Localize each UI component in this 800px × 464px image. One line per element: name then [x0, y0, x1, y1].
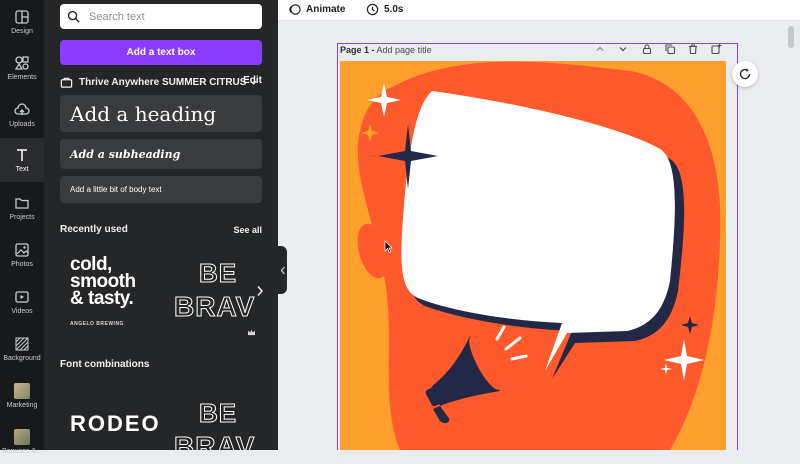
duration-button[interactable]: 5.0s — [366, 3, 403, 16]
canvas-scrollbar[interactable] — [788, 26, 794, 48]
collapse-panel-tab[interactable] — [278, 246, 287, 294]
rail-item-bonuses[interactable]: Bonuses &... — [0, 420, 44, 464]
template-line: BE — [199, 258, 237, 288]
rail-label: Uploads — [9, 121, 35, 128]
rail-item-uploads[interactable]: Uploads — [0, 93, 44, 137]
text-icon — [17, 149, 27, 161]
left-rail: Design Elements Uploads Text Projects Ph… — [0, 0, 44, 455]
video-icon — [15, 291, 29, 303]
marketing-app-thumbnail — [14, 383, 30, 399]
brand-kit-name: Thrive Anywhere SUMMER CITRUS — [79, 76, 247, 88]
subheading-label: Add a subheading — [70, 147, 181, 161]
rail-item-background[interactable]: Background — [0, 327, 44, 371]
template-caption: ANGELO BREWING — [70, 321, 124, 327]
refresh-sparkle-icon — [739, 68, 751, 80]
see-all-link[interactable]: See all — [233, 225, 262, 235]
rail-label: Text — [15, 166, 29, 173]
template-line: BE — [199, 398, 237, 428]
chevron-right-icon[interactable] — [256, 285, 264, 297]
add-text-box-button[interactable]: Add a text box — [60, 40, 262, 65]
top-toolbar: Animate 5.0s — [278, 0, 800, 21]
folder-icon — [15, 198, 29, 209]
rail-label: Videos — [11, 308, 33, 315]
shapes-icon — [14, 56, 29, 70]
rail-item-text[interactable]: Text — [0, 138, 44, 182]
text-template-be-brave-2[interactable]: BE BRAVE — [170, 398, 275, 451]
rail-label: Bonuses &... — [2, 448, 42, 455]
hatch-pattern-icon — [15, 337, 29, 351]
template-line: BRAVE — [174, 291, 256, 322]
animate-label: Animate — [306, 4, 346, 15]
heading-label: Add a heading — [70, 101, 217, 126]
text-template-cold-smooth-tasty[interactable]: cold, smooth & tasty. ANGELO BREWING — [60, 250, 160, 334]
image-icon — [15, 243, 29, 257]
rail-item-design[interactable]: Design — [0, 0, 44, 44]
template-line: RODEO — [70, 411, 161, 436]
duration-label: 5.0s — [384, 4, 404, 15]
search-icon — [67, 10, 80, 23]
animate-icon — [289, 4, 301, 15]
rail-label: Marketing — [6, 402, 38, 409]
cloud-upload-icon — [14, 103, 30, 115]
rail-item-marketing[interactable]: Marketing — [0, 374, 44, 418]
rail-item-projects[interactable]: Projects — [0, 186, 44, 230]
template-line: & tasty. — [70, 288, 134, 309]
font-combinations-title: Font combinations — [60, 359, 150, 370]
rail-label: Elements — [7, 74, 37, 81]
text-template-be-brave[interactable]: BE BRAVE — [170, 258, 275, 324]
add-body-text-button[interactable]: Add a little bit of body text — [60, 176, 262, 203]
layout-icon — [15, 10, 29, 24]
rail-label: Photos — [11, 261, 33, 268]
bonuses-app-thumbnail — [14, 429, 30, 445]
clock-icon — [366, 3, 379, 16]
add-heading-button[interactable]: Add a heading — [60, 95, 262, 132]
rail-label: Background — [3, 355, 41, 362]
rail-item-videos[interactable]: Videos — [0, 280, 44, 324]
search-input[interactable] — [87, 9, 261, 24]
mouse-cursor-icon — [384, 240, 393, 253]
rail-label: Projects — [9, 214, 35, 221]
design-canvas[interactable] — [340, 61, 726, 450]
template-line: BRAVE — [174, 431, 256, 450]
body-text-label: Add a little bit of body text — [70, 185, 162, 194]
recently-used-title: Recently used — [60, 224, 128, 235]
rail-item-photos[interactable]: Photos — [0, 233, 44, 277]
chevron-left-icon — [280, 266, 285, 274]
crown-premium-icon — [248, 329, 255, 336]
animate-button[interactable]: Animate — [288, 3, 345, 16]
search-bar[interactable] — [60, 4, 262, 29]
text-panel: Add a text box Thrive Anywhere SUMMER CI… — [44, 0, 278, 450]
rail-label: Design — [11, 28, 33, 35]
add-subheading-button[interactable]: Add a subheading — [60, 139, 262, 169]
rail-item-elements[interactable]: Elements — [0, 46, 44, 90]
brand-kit-icon — [60, 77, 73, 88]
brand-kit-selector[interactable]: Thrive Anywhere SUMMER CITRUS Edit — [60, 74, 262, 90]
magic-refresh-button[interactable] — [732, 61, 758, 87]
edit-brand-kit-link[interactable]: Edit — [243, 75, 262, 86]
text-template-rodeo[interactable]: RODEO — [60, 405, 160, 450]
